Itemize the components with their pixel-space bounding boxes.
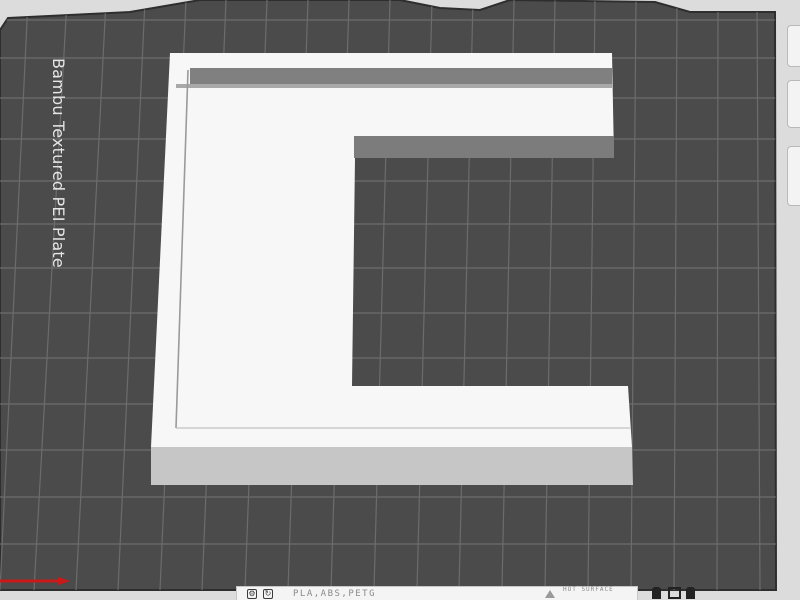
- plate-settings-icon[interactable]: ⚙: [247, 589, 257, 599]
- model-top-wall-face: [190, 68, 612, 86]
- hot-surface-text: HOT SURFACE: [563, 586, 614, 593]
- layers-icon[interactable]: [668, 587, 681, 599]
- 3d-viewport[interactable]: [0, 0, 800, 599]
- hot-surface-warning-icon: [545, 590, 555, 598]
- delete-icon[interactable]: [686, 587, 695, 599]
- plate-label: Bambu Textured PEI Plate: [49, 58, 68, 268]
- model-front-face: [151, 447, 633, 485]
- filament-compat-text: PLA,ABS,PETG: [293, 589, 377, 599]
- model-notch-wall: [354, 136, 614, 158]
- view-toggle-button[interactable]: [787, 25, 800, 67]
- arrange-icon[interactable]: [652, 587, 661, 599]
- plate-info-bar: ⚙ ↻ PLA,ABS,PETG HOT SURFACE: [236, 586, 638, 600]
- model-top-wall-shadow: [176, 84, 612, 88]
- auto-orient-icon[interactable]: ↻: [263, 589, 273, 599]
- orient-button[interactable]: [787, 80, 800, 128]
- arrange-button[interactable]: [787, 146, 800, 206]
